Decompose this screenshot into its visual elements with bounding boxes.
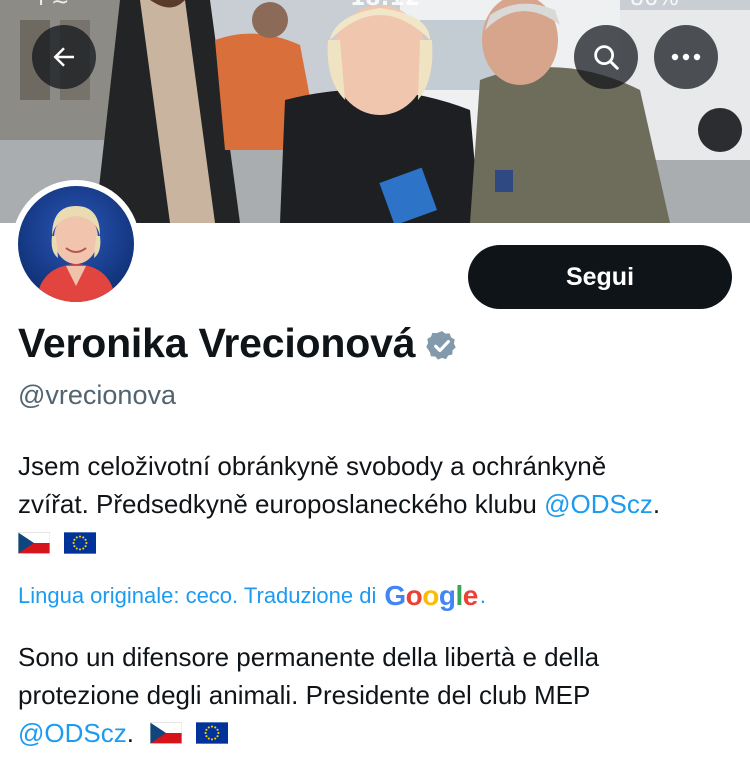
bio-line-2-text: zvířat. Předsedkyně europoslaneckého klu… — [18, 489, 545, 519]
profile-avatar[interactable] — [12, 180, 140, 308]
status-bar: ••l ≋ 18:12 86% — [0, 0, 750, 11]
translated-line-3-after: . — [126, 718, 134, 748]
back-button[interactable] — [32, 25, 96, 89]
battery-level: 86% — [630, 0, 679, 11]
flag-cz-icon — [149, 722, 182, 744]
profile-name-row: Veronika Vrecionová — [18, 320, 459, 367]
profile-banner[interactable]: ••l ≋ 18:12 86% — [0, 0, 750, 223]
banner-photo — [0, 0, 750, 223]
translated-mention-link[interactable]: @ODScz — [18, 714, 127, 752]
more-options-button[interactable] — [654, 25, 718, 89]
carrier-signal: ••l ≋ — [12, 0, 70, 11]
bio-line-2-end: . — [652, 489, 661, 519]
flag-eu-icon — [64, 532, 96, 554]
more-horizontal-icon — [671, 53, 701, 61]
profile-bio: Jsem celoživotní obránkyně svobody a och… — [18, 447, 743, 561]
avatar-photo — [18, 186, 134, 302]
flag-cz-icon — [18, 532, 50, 554]
translated-line-2: protezione degli animali. Presidente del… — [18, 680, 591, 710]
google-logo: Google — [384, 580, 478, 611]
bio-mention-link[interactable]: @ODScz — [544, 489, 653, 519]
translated-bio: Sono un difensore permanente della liber… — [18, 638, 743, 752]
verified-badge-icon[interactable] — [425, 329, 459, 363]
translation-note-period: . — [479, 583, 486, 608]
translated-line-1: Sono un difensore permanente della liber… — [18, 642, 600, 672]
translation-note-text: Lingua originale: ceco. Traduzione di — [18, 583, 377, 608]
follow-button[interactable]: Segui — [468, 245, 732, 309]
bio-line-1: Jsem celoživotní obránkyně svobody a och… — [18, 451, 607, 481]
bio-flags — [18, 525, 743, 561]
translation-note[interactable]: Lingua originale: ceco. Traduzione di Go… — [18, 580, 486, 612]
bio-line-2: zvířat. Předsedkyně europoslaneckého klu… — [18, 485, 743, 523]
profile-handle: @vrecionova — [18, 380, 176, 410]
search-icon — [594, 45, 619, 70]
translated-line-3: @ODScz . — [18, 714, 743, 752]
status-time: 18:12 — [350, 0, 420, 11]
flag-eu-icon — [195, 722, 228, 744]
arrow-left-icon — [53, 47, 74, 67]
display-name: Veronika Vrecionová — [18, 320, 416, 366]
search-button[interactable] — [574, 25, 638, 89]
